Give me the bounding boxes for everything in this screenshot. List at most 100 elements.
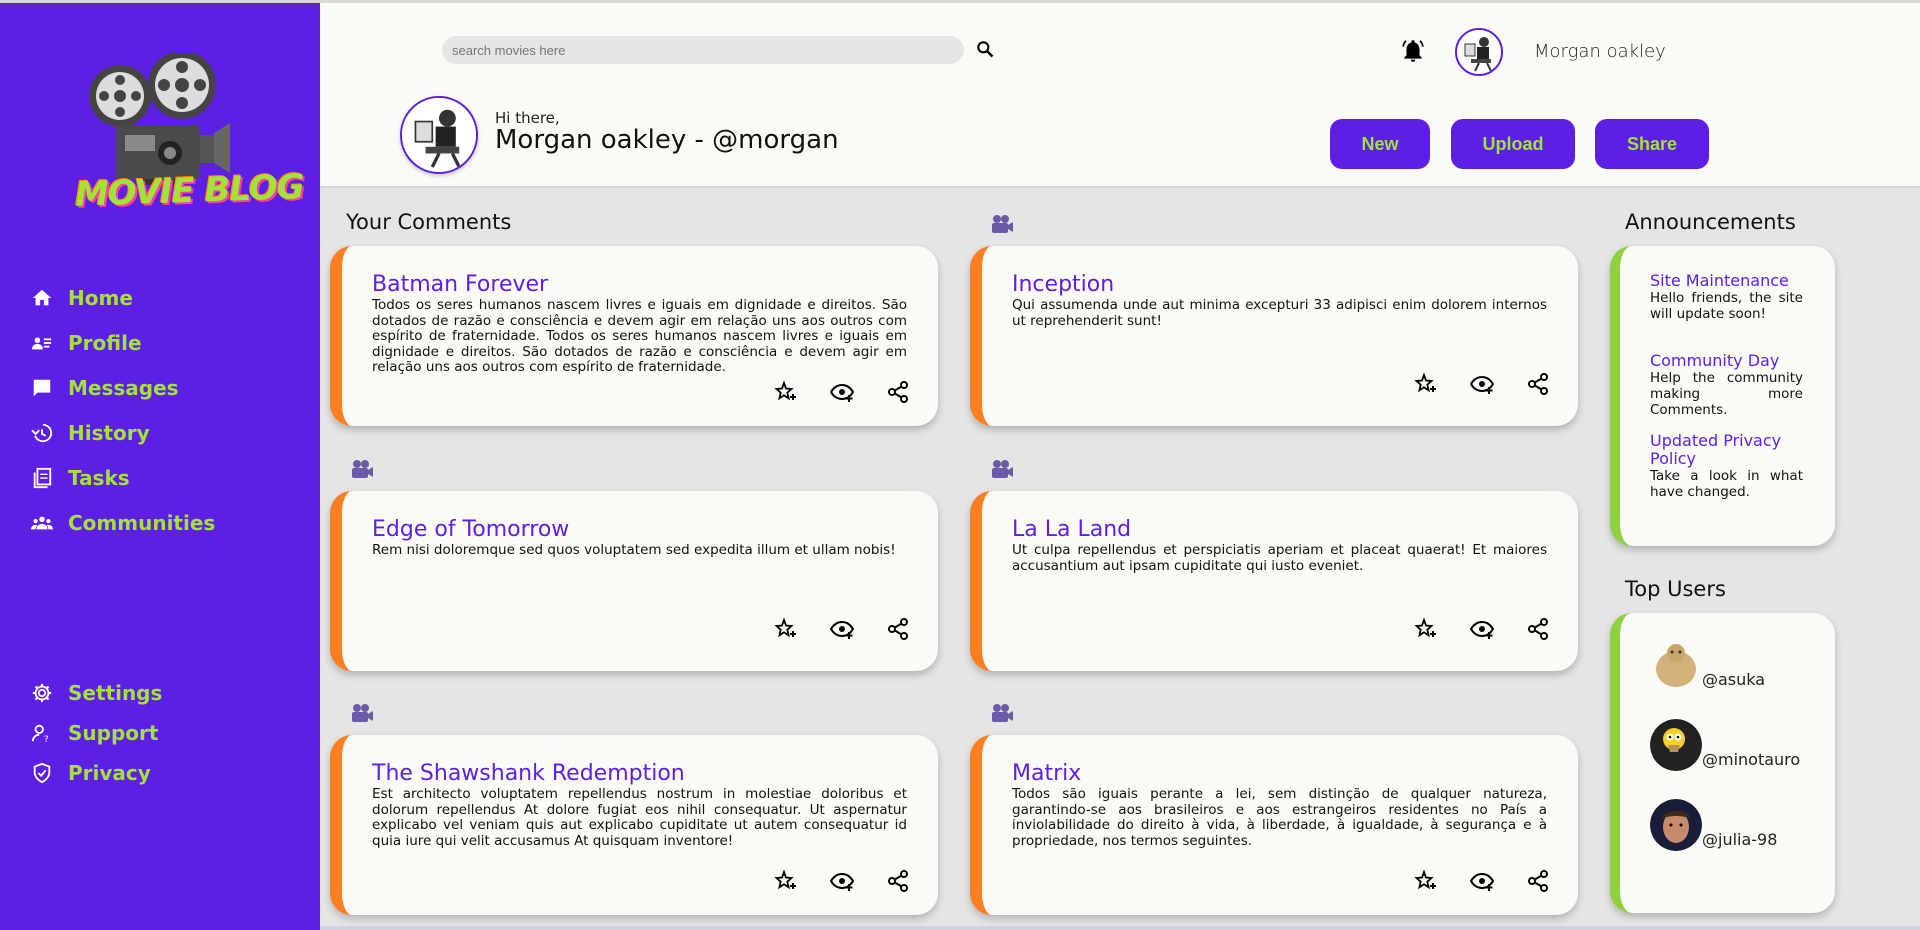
top-users-title: Top Users <box>1625 577 1726 601</box>
watch-add-icon[interactable] <box>830 380 854 404</box>
watch-add-icon[interactable] <box>1470 869 1494 893</box>
card-body: Qui assumenda unde aut minima excepturi … <box>1012 297 1547 329</box>
card-actions <box>1414 372 1550 396</box>
user-item[interactable]: @minotauro <box>1650 719 1800 771</box>
nav-item-tasks[interactable]: Tasks <box>30 455 215 500</box>
user-name[interactable]: Morgan oakley <box>1534 41 1666 62</box>
announcement-item[interactable]: Site Maintenance Hello friends, the site… <box>1650 272 1803 323</box>
camera-icon <box>352 460 373 478</box>
card-title[interactable]: La La Land <box>1012 517 1131 542</box>
share-icon[interactable] <box>1526 869 1550 893</box>
announcement-body: Take a look in what have changed. <box>1650 468 1803 500</box>
main-nav: Home Profile Messages History Tasks Comm… <box>30 275 215 545</box>
card-title[interactable]: The Shawshank Redemption <box>372 761 685 786</box>
share-icon[interactable] <box>1526 372 1550 396</box>
star-add-icon[interactable] <box>774 617 798 641</box>
svg-text:?: ? <box>44 734 49 744</box>
avatar[interactable] <box>1455 28 1503 76</box>
star-add-icon[interactable] <box>774 380 798 404</box>
nav-item-support[interactable]: ? Support <box>30 713 162 753</box>
comments-section-title: Your Comments <box>346 210 512 234</box>
comment-card[interactable]: Edge of Tomorrow Rem nisi doloremque sed… <box>330 491 938 671</box>
bell-icon[interactable] <box>1400 38 1426 64</box>
nav-item-settings[interactable]: Settings <box>30 673 162 713</box>
announcement-title[interactable]: Updated Privacy Policy <box>1650 432 1803 468</box>
card-title[interactable]: Inception <box>1012 272 1114 297</box>
nav-label: Tasks <box>68 465 130 490</box>
card-body: Todos são iguais perante a lei, sem dist… <box>1012 786 1547 849</box>
nav-label: Privacy <box>68 761 151 785</box>
upload-button[interactable]: Upload <box>1451 119 1575 169</box>
top-users-panel: @asuka @minotauro @julia-98 <box>1610 613 1835 913</box>
announcement-body: Hello friends, the site will update soon… <box>1650 290 1803 322</box>
communities-icon <box>30 511 54 535</box>
share-icon[interactable] <box>886 380 910 404</box>
card-body: Ut culpa repellendus et perspiciatis ape… <box>1012 542 1547 574</box>
card-title[interactable]: Edge of Tomorrow <box>372 517 569 542</box>
search-input[interactable] <box>442 36 964 64</box>
announcement-body: Help the community making more Comments. <box>1650 370 1803 418</box>
header: Morgan oakley Hi there, Morgan oakley - … <box>320 0 1920 188</box>
home-icon <box>30 286 54 310</box>
watch-add-icon[interactable] <box>830 617 854 641</box>
tasks-icon <box>30 466 54 490</box>
announcement-title[interactable]: Community Day <box>1650 352 1803 370</box>
card-actions <box>774 380 910 404</box>
camera-icon <box>352 704 373 722</box>
user-avatar[interactable] <box>1650 799 1702 851</box>
user-avatar[interactable] <box>1650 719 1702 771</box>
message-icon <box>30 376 54 400</box>
comment-card[interactable]: Matrix Todos são iguais perante a lei, s… <box>970 735 1578 915</box>
share-button[interactable]: Share <box>1595 119 1709 169</box>
gear-icon <box>30 681 54 705</box>
nav-item-communities[interactable]: Communities <box>30 500 215 545</box>
announcements-panel: Site Maintenance Hello friends, the site… <box>1610 246 1835 546</box>
shield-icon <box>30 761 54 785</box>
nav-label: Home <box>68 285 133 310</box>
watch-add-icon[interactable] <box>1470 617 1494 641</box>
nav-item-profile[interactable]: Profile <box>30 320 215 365</box>
user-handle[interactable]: @minotauro <box>1702 750 1800 769</box>
star-add-icon[interactable] <box>1414 617 1438 641</box>
card-body: Rem nisi doloremque sed quos voluptatem … <box>372 542 896 558</box>
secondary-nav: Settings ? Support Privacy <box>30 673 162 793</box>
nav-item-home[interactable]: Home <box>30 275 215 320</box>
star-add-icon[interactable] <box>1414 372 1438 396</box>
nav-label: Support <box>68 721 159 745</box>
nav-item-messages[interactable]: Messages <box>30 365 215 410</box>
share-icon[interactable] <box>886 869 910 893</box>
comment-card[interactable]: Inception Qui assumenda unde aut minima … <box>970 246 1578 426</box>
user-item[interactable]: @asuka <box>1650 639 1765 691</box>
watch-add-icon[interactable] <box>830 869 854 893</box>
nav-label: Messages <box>68 375 179 400</box>
announcement-title[interactable]: Site Maintenance <box>1650 272 1803 290</box>
new-button[interactable]: New <box>1330 119 1430 169</box>
card-title[interactable]: Batman Forever <box>372 272 548 297</box>
share-icon[interactable] <box>886 617 910 641</box>
user-avatar[interactable] <box>1650 639 1702 691</box>
watch-add-icon[interactable] <box>1470 372 1494 396</box>
nav-item-history[interactable]: History <box>30 410 215 455</box>
card-body: Est architecto voluptatem repellendus no… <box>372 786 907 849</box>
star-add-icon[interactable] <box>1414 869 1438 893</box>
brand-logo-text: MOVIE BLOG <box>74 167 305 215</box>
nav-item-privacy[interactable]: Privacy <box>30 753 162 793</box>
card-body: Todos os seres humanos nascem livres e i… <box>372 297 907 376</box>
nav-label: Settings <box>68 681 163 705</box>
announcement-item[interactable]: Community Day Help the community making … <box>1650 352 1803 419</box>
nav-label: History <box>68 420 150 445</box>
card-title[interactable]: Matrix <box>1012 761 1081 786</box>
greeting-name: Morgan oakley - @morgan <box>495 125 839 155</box>
user-handle[interactable]: @julia-98 <box>1702 830 1777 849</box>
user-handle[interactable]: @asuka <box>1702 670 1765 689</box>
search-icon[interactable] <box>975 39 997 61</box>
share-icon[interactable] <box>1526 617 1550 641</box>
user-item[interactable]: @julia-98 <box>1650 799 1777 851</box>
announcement-item[interactable]: Updated Privacy Policy Take a look in wh… <box>1650 432 1803 501</box>
comment-card[interactable]: The Shawshank Redemption Est architecto … <box>330 735 938 915</box>
comment-card[interactable]: Batman Forever Todos os seres humanos na… <box>330 246 938 426</box>
profile-avatar <box>400 96 478 174</box>
star-add-icon[interactable] <box>774 869 798 893</box>
camera-icon <box>992 704 1013 722</box>
comment-card[interactable]: La La Land Ut culpa repellendus et persp… <box>970 491 1578 671</box>
